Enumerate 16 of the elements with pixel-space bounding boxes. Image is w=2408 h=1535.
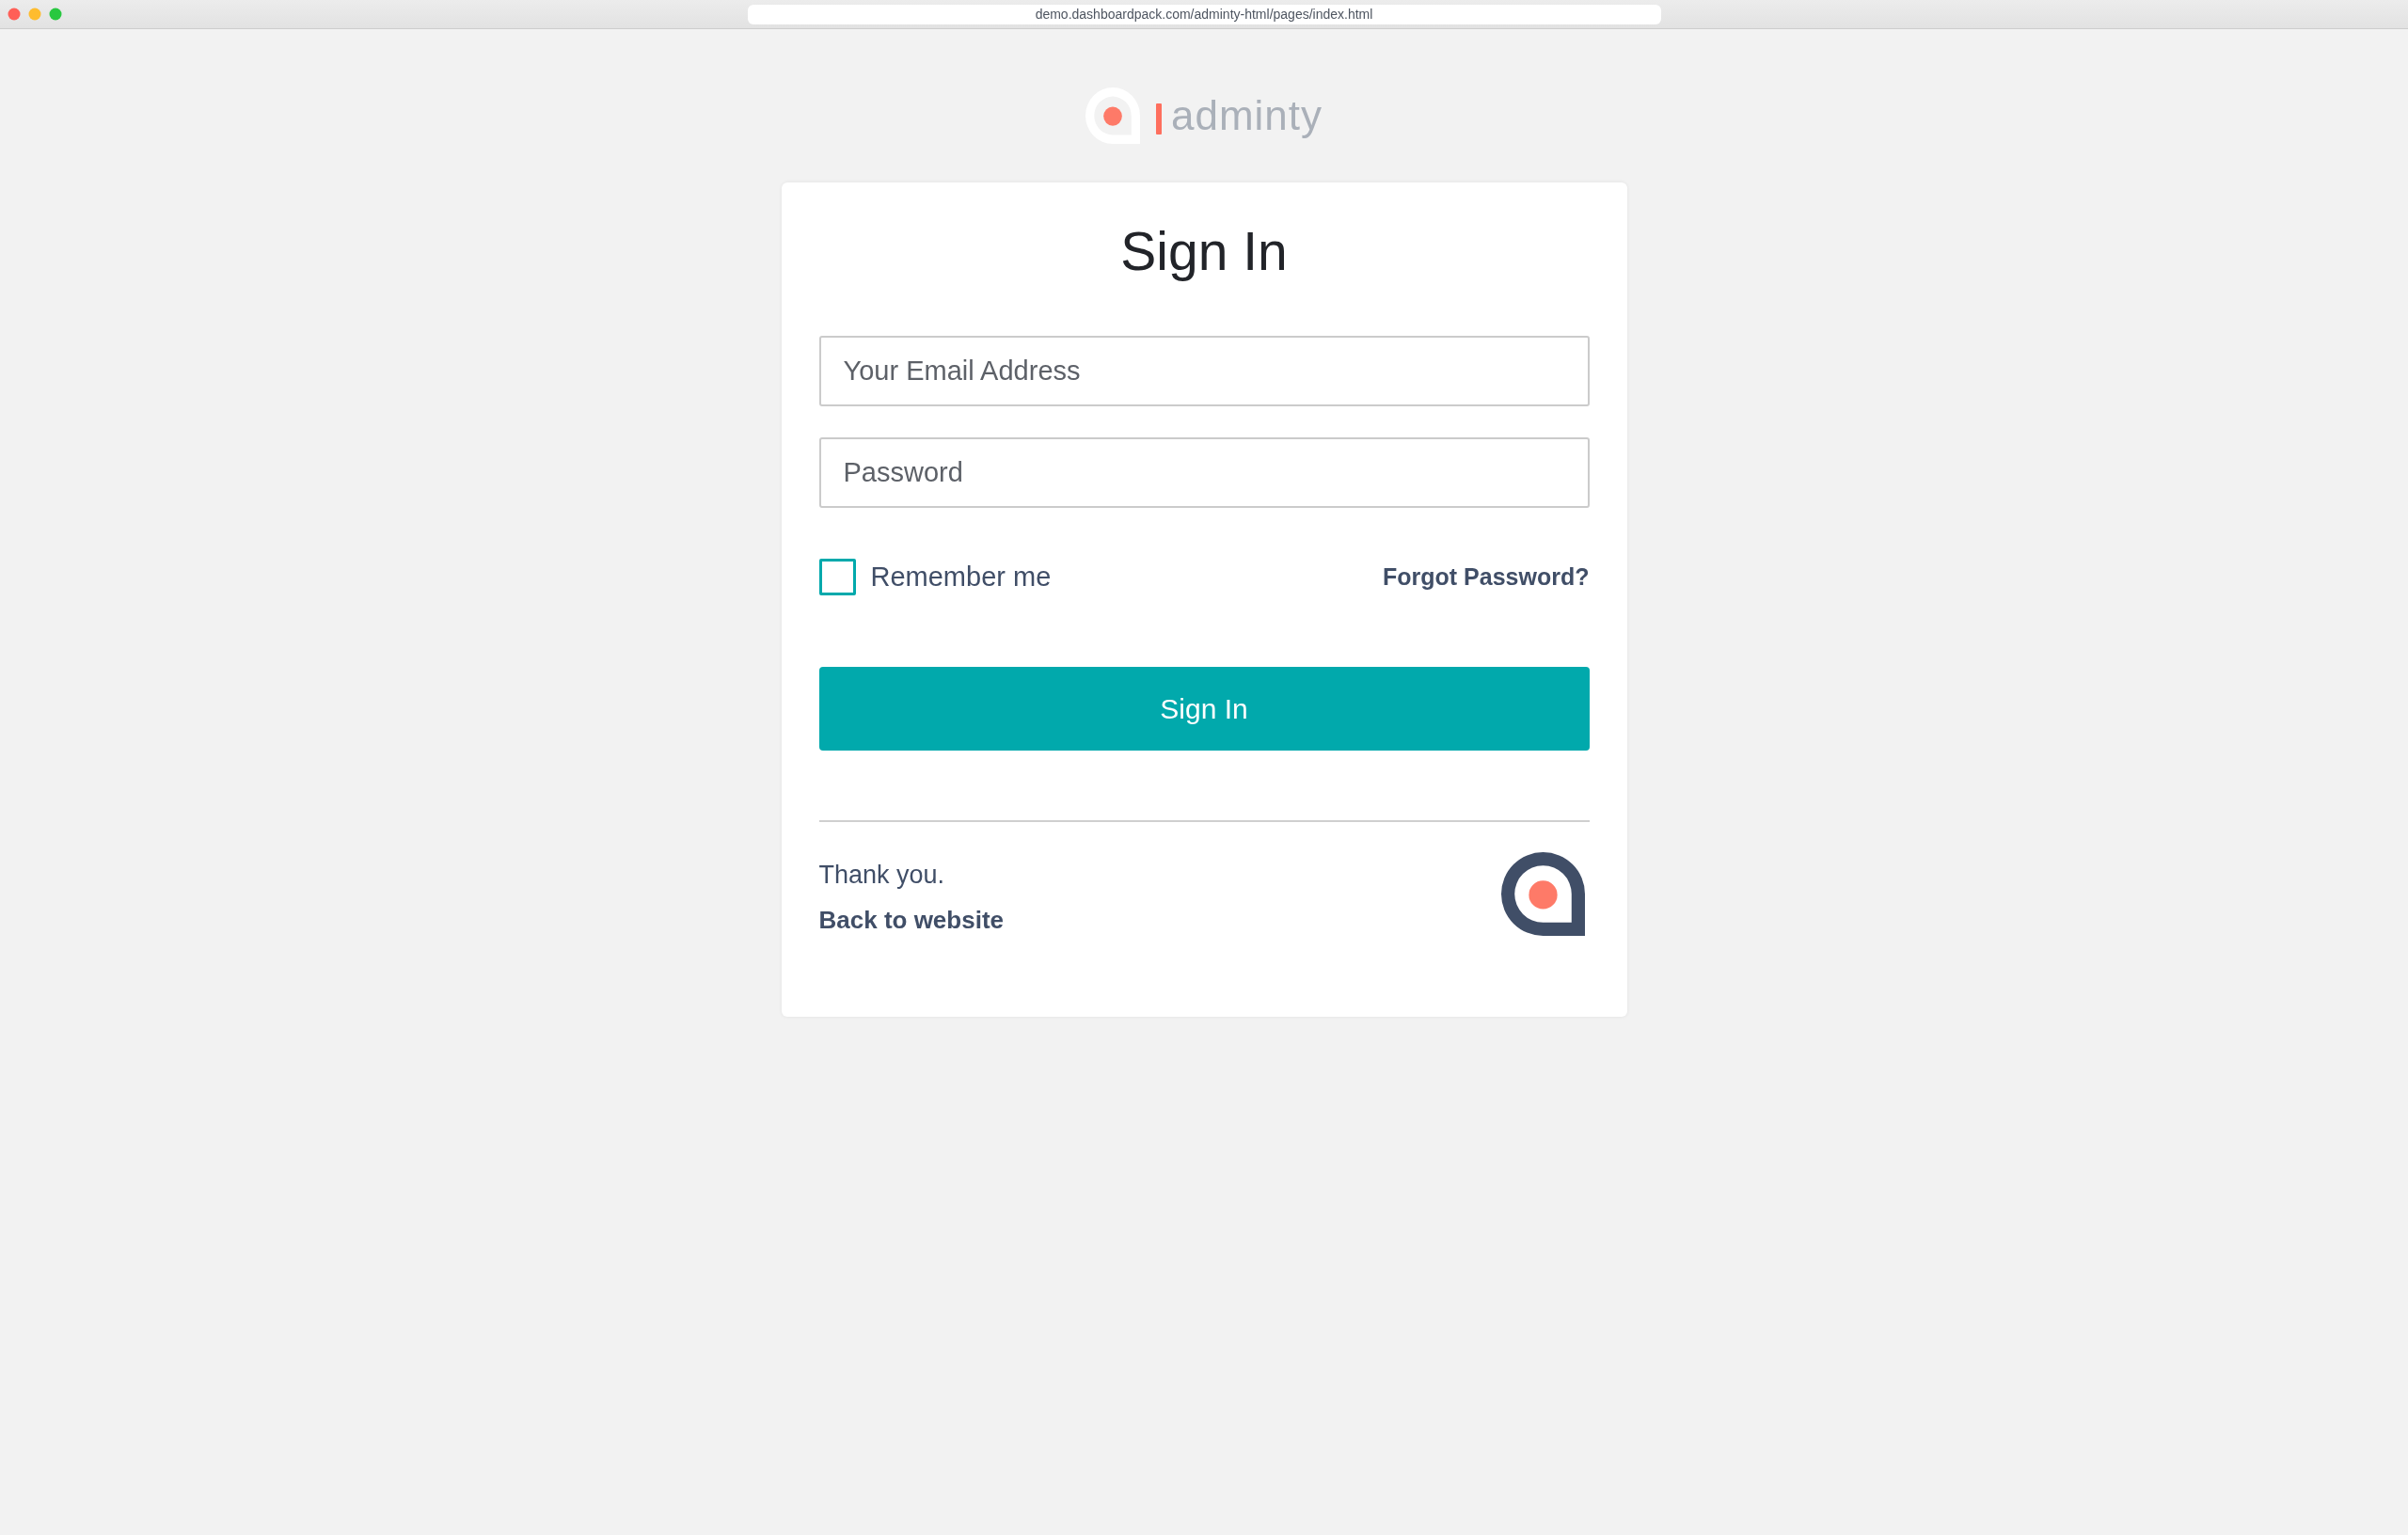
footer-text: Thank you.: [818, 860, 945, 891]
forgot-password-link[interactable]: Forgot Password?: [1383, 563, 1590, 591]
logo-icon: [1085, 87, 1140, 144]
back-link[interactable]: Back to website: [818, 901, 1004, 939]
window-maximize-icon[interactable]: [49, 8, 62, 21]
logo-text: adminty: [1170, 91, 1323, 140]
input-field[interactable]: Your Email Address: [818, 336, 1590, 406]
checkbox[interactable]: [818, 559, 856, 595]
card-title: Sign In: [1120, 220, 1288, 283]
logo-icon: [1500, 852, 1585, 936]
accent-bar-icon: [1155, 103, 1162, 135]
checkbox-label[interactable]: Remember me: [870, 562, 1052, 593]
input-field[interactable]: Password: [818, 437, 1590, 508]
window-close-icon[interactable]: [8, 8, 21, 21]
address-bar[interactable]: demo.dashboardpack.com/adminty-html/pages/index.html: [747, 4, 1661, 24]
window-minimize-icon[interactable]: [28, 8, 41, 21]
